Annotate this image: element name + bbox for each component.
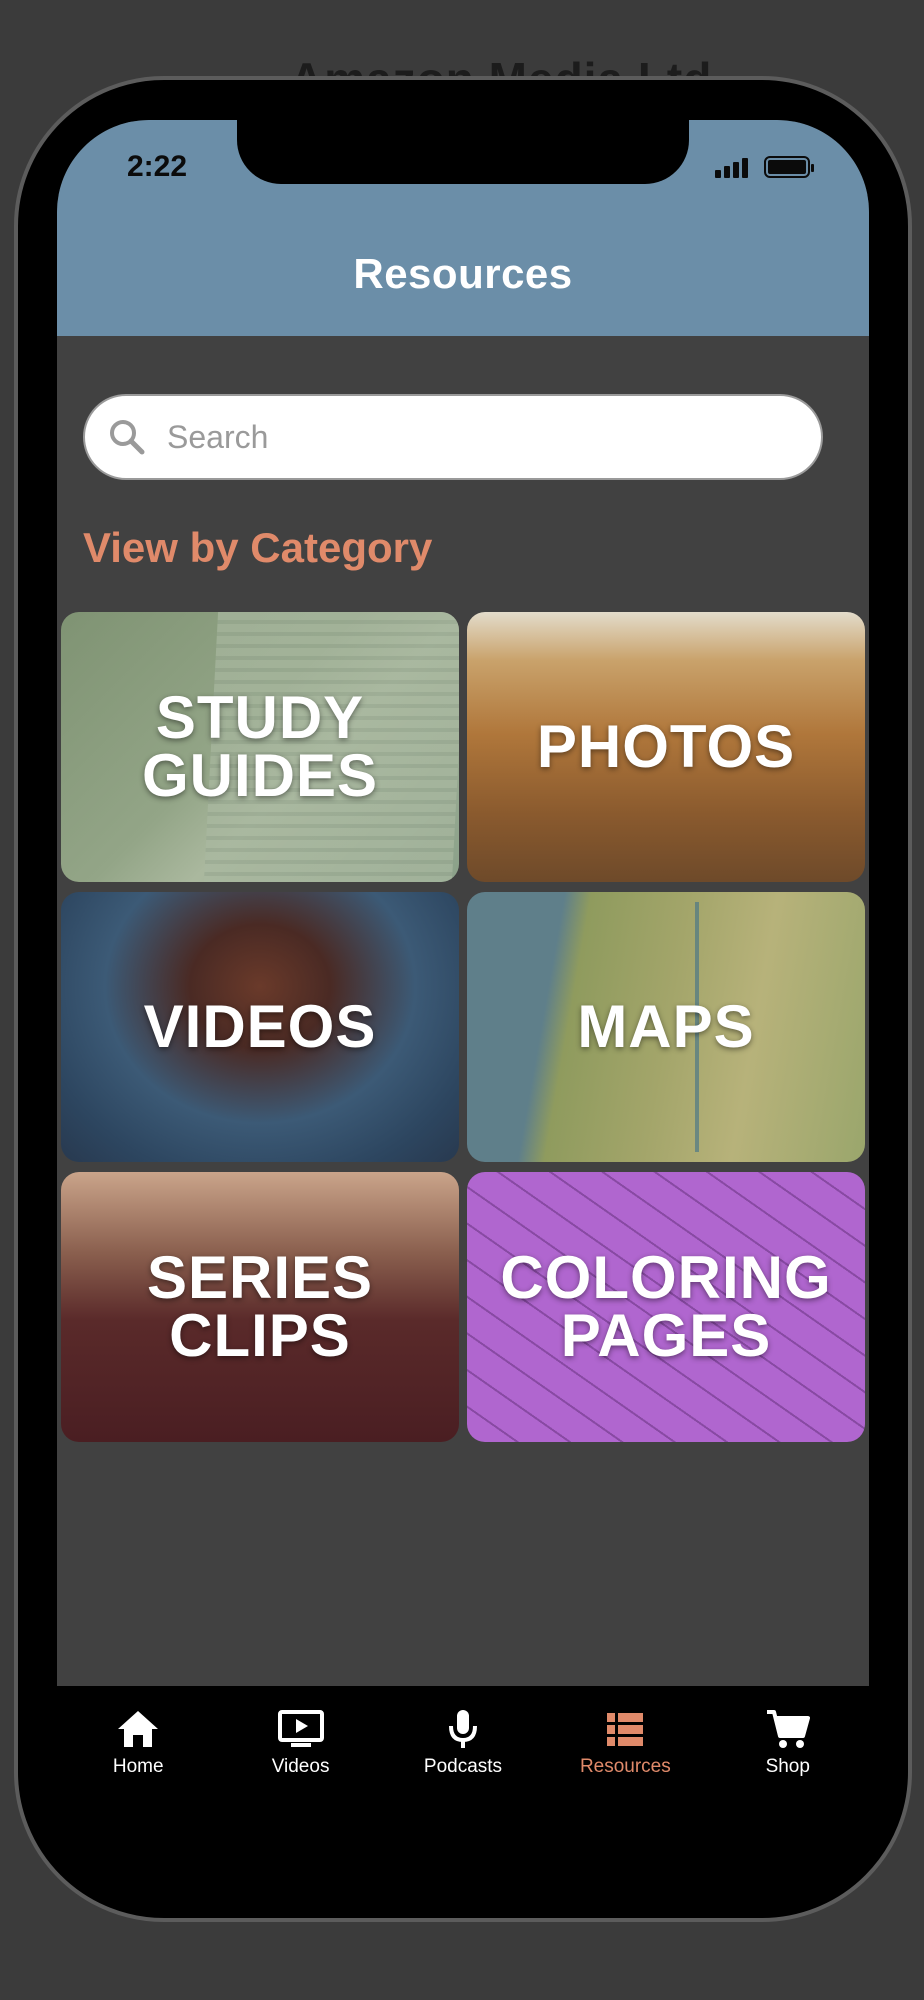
cellular-signal-icon [715, 158, 748, 178]
category-photos[interactable]: PHOTOS [467, 612, 865, 882]
search-bar[interactable] [83, 394, 823, 480]
category-maps[interactable]: MAPS [467, 892, 865, 1162]
tab-label: Resources [579, 1756, 671, 1777]
status-icons [715, 156, 814, 178]
section-heading: View by Category [83, 524, 433, 571]
tab-videos[interactable]: Videos [231, 1708, 371, 1778]
category-label: STUDY GUIDES [141, 684, 379, 809]
tab-label: Shop [765, 1756, 810, 1777]
bottom-tab-bar: Home Videos Podcasts Resources Shop [57, 1686, 869, 1784]
tab-shop[interactable]: Shop [718, 1708, 858, 1778]
category-label: PHOTOS [536, 713, 796, 780]
header-bar: 2:22 Resources [57, 120, 869, 336]
device-notch [237, 120, 689, 184]
list-icon [607, 1713, 644, 1746]
battery-icon [764, 156, 814, 178]
tab-resources[interactable]: Resources [555, 1708, 695, 1778]
category-videos[interactable]: VIDEOS [61, 892, 459, 1162]
tab-label: Home [112, 1756, 164, 1777]
category-label: SERIES CLIPS [146, 1244, 374, 1369]
category-grid: STUDY GUIDES PHOTOS VIDEOS MAPS SERIES CLI… [61, 612, 865, 1442]
category-study-guides[interactable]: STUDY GUIDES [61, 612, 459, 882]
category-label: MAPS [577, 993, 755, 1060]
video-play-icon [277, 1710, 324, 1747]
tab-label: Podcasts [423, 1756, 503, 1777]
category-label: VIDEOS [143, 993, 377, 1060]
home-icon [118, 1711, 159, 1747]
microphone-icon [448, 1710, 477, 1748]
page-title: Resources [353, 250, 573, 297]
tab-podcasts[interactable]: Podcasts [393, 1708, 533, 1778]
status-time: 2:22 [127, 150, 188, 183]
shopping-cart-icon [766, 1710, 810, 1748]
tab-label: Videos [271, 1756, 330, 1777]
search-icon [110, 420, 145, 455]
tab-home[interactable]: Home [68, 1708, 208, 1778]
category-series-clips[interactable]: SERIES CLIPS [61, 1172, 459, 1442]
search-input[interactable] [167, 418, 787, 456]
category-label: COLORING PAGES [500, 1244, 832, 1369]
category-coloring-pages[interactable]: COLORING PAGES [467, 1172, 865, 1442]
app-screen: 2:22 Resources View by Category STUDYGUI… [57, 120, 869, 1784]
